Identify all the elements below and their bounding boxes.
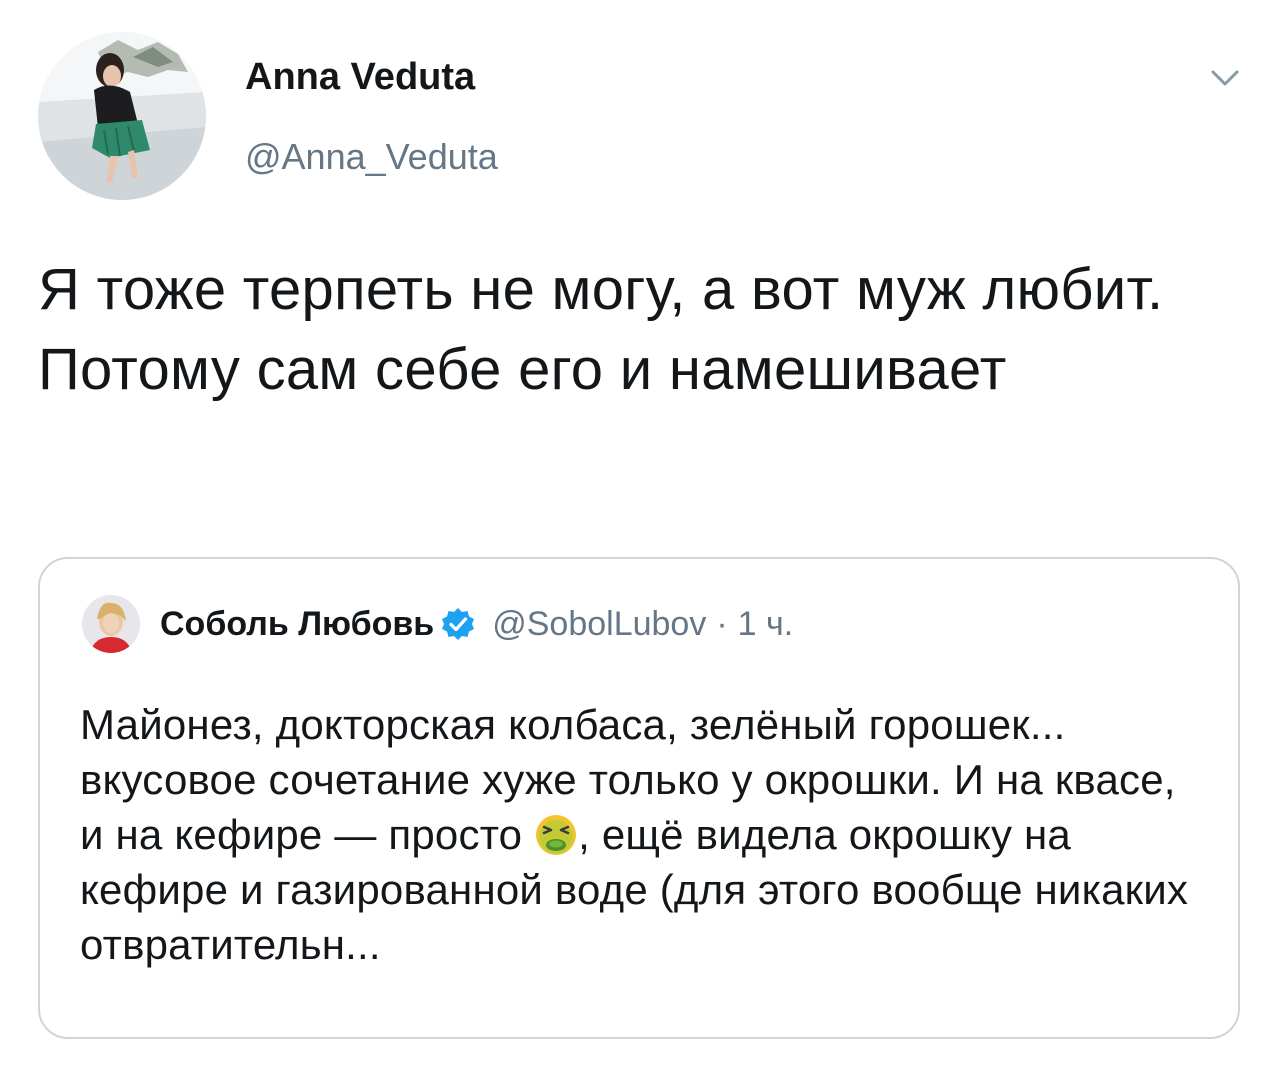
- author-avatar[interactable]: [38, 32, 206, 200]
- quoted-author-name[interactable]: Соболь Любовь: [160, 605, 434, 644]
- author-name[interactable]: Anna Veduta: [245, 56, 475, 99]
- author-handle[interactable]: @Anna_Veduta: [245, 136, 498, 178]
- chevron-down-icon[interactable]: [1205, 58, 1245, 98]
- quoted-tweet[interactable]: Соболь Любовь @SobolLubov · 1 ч. Майонез…: [38, 557, 1240, 1039]
- quoted-timestamp[interactable]: 1 ч.: [738, 605, 794, 644]
- tweet: Anna Veduta @Anna_Veduta Я тоже терпеть …: [0, 0, 1280, 1066]
- separator-dot: ·: [716, 604, 728, 643]
- nauseated-face-emoji: [534, 813, 578, 857]
- verified-badge-icon: [440, 606, 476, 642]
- tweet-text: Я тоже терпеть не могу, а вот муж любит.…: [38, 257, 1164, 402]
- quoted-header: Соболь Любовь @SobolLubov · 1 ч.: [160, 599, 793, 649]
- quoted-text: Майонез, докторская колбаса, зелёный гор…: [80, 697, 1210, 972]
- quoted-author-handle[interactable]: @SobolLubov: [492, 605, 706, 644]
- quoted-author-avatar[interactable]: [82, 595, 140, 653]
